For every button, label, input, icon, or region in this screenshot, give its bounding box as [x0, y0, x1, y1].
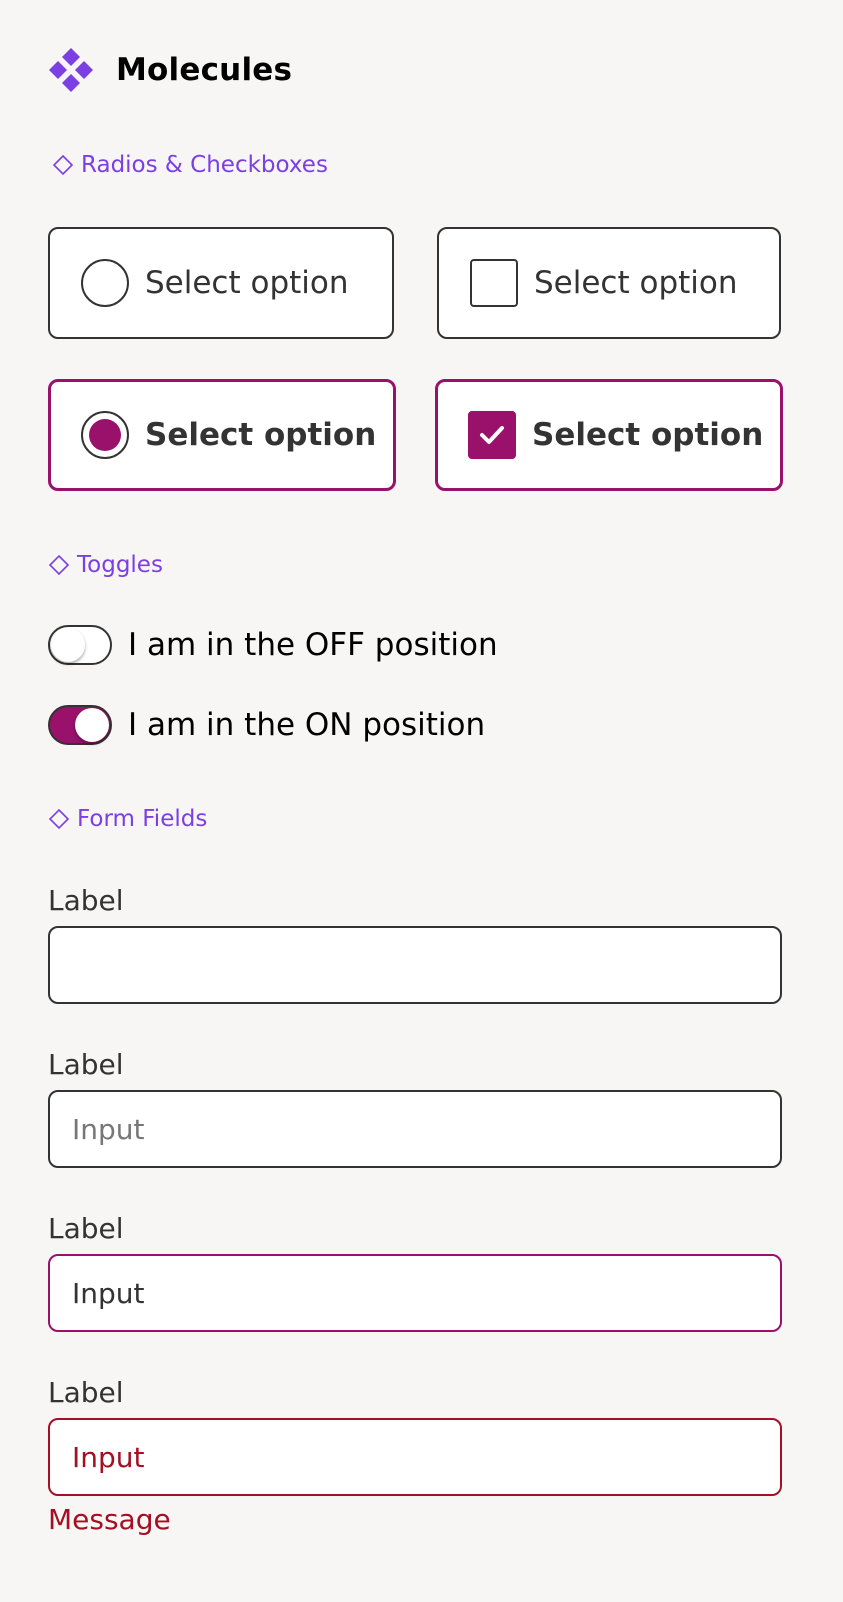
text-field-empty[interactable] — [48, 926, 782, 1004]
section-heading-form-fields: Form Fields — [48, 805, 207, 833]
text-field-error[interactable]: Input — [48, 1418, 782, 1496]
diamond-outline-icon — [52, 154, 74, 176]
page-header: Molecules — [48, 47, 292, 93]
checkbox[interactable] — [470, 259, 518, 307]
radio-option-selected[interactable]: Select option — [48, 379, 396, 491]
checkbox-checked[interactable] — [468, 411, 516, 459]
section-heading-label: Form Fields — [77, 806, 208, 832]
option-label: Select option — [145, 417, 377, 453]
molecule-diamond-grid-icon — [49, 48, 93, 92]
error-message: Message — [48, 1503, 171, 1536]
checkbox-option-selected[interactable]: Select option — [435, 379, 783, 491]
toggle-knob — [75, 708, 109, 742]
text-field-focused[interactable]: Input — [48, 1254, 782, 1332]
field-label: Label — [48, 884, 124, 917]
radio-button-selected[interactable] — [81, 411, 129, 459]
section-heading-toggles: Toggles — [48, 551, 163, 579]
option-label: Select option — [532, 417, 764, 453]
section-heading-label: Toggles — [77, 552, 163, 578]
field-label: Label — [48, 1048, 124, 1081]
toggle-row-off: I am in the OFF position — [48, 625, 498, 665]
radio-button[interactable] — [81, 259, 129, 307]
toggle-label: I am in the ON position — [128, 707, 486, 743]
option-label: Select option — [534, 265, 738, 301]
diamond-outline-icon — [48, 554, 70, 576]
text-field-placeholder[interactable]: Input — [48, 1090, 782, 1168]
toggle-switch-off[interactable] — [48, 625, 112, 665]
toggle-switch-on[interactable] — [48, 705, 112, 745]
field-label: Label — [48, 1212, 124, 1245]
toggle-knob — [51, 628, 85, 662]
radio-dot — [89, 419, 121, 451]
field-label: Label — [48, 1376, 124, 1409]
section-heading-radios-checkboxes: Radios & Checkboxes — [52, 151, 328, 179]
toggle-label: I am in the OFF position — [128, 627, 498, 663]
checkbox-option-unselected[interactable]: Select option — [437, 227, 781, 339]
diamond-outline-icon — [48, 808, 70, 830]
option-label: Select option — [145, 265, 349, 301]
toggle-row-on: I am in the ON position — [48, 705, 485, 745]
checkmark-icon — [480, 426, 504, 444]
page-title: Molecules — [116, 52, 293, 88]
radio-option-unselected[interactable]: Select option — [48, 227, 394, 339]
section-heading-label: Radios & Checkboxes — [81, 152, 328, 178]
